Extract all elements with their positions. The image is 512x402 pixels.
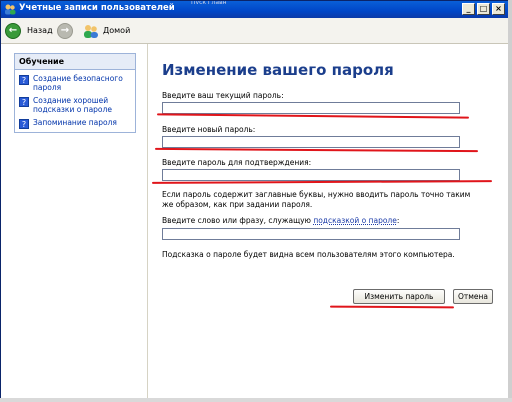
current-password-label: Введите ваш текущий пароль: xyxy=(162,91,284,100)
caps-note: Если пароль содержит заглавные буквы, ну… xyxy=(162,190,471,209)
new-password-label: Введите новый пароль: xyxy=(162,125,256,134)
help-icon: ? xyxy=(19,75,29,85)
forward-arrow-icon[interactable]: → xyxy=(57,23,73,39)
hint-visibility-note: Подсказка о пароле будет видна всем поль… xyxy=(162,250,455,259)
hint-prefix: Введите слово или фразу, служащую xyxy=(162,216,314,225)
sidebar: Обучение ? Создание безопасного пароля ?… xyxy=(1,44,147,399)
password-hint-label: Введите слово или фразу, служащую подска… xyxy=(162,216,399,225)
sidebar-item-remember-password[interactable]: ? Запоминание пароля xyxy=(15,116,135,129)
back-label: Назад xyxy=(27,26,53,35)
svg-text:?: ? xyxy=(22,98,26,107)
window-title: Учетные записи пользователей xyxy=(19,3,175,13)
svg-text:?: ? xyxy=(22,120,26,129)
home-users-icon xyxy=(84,25,98,38)
user-accounts-window: Учетные записи пользователей Пуск Главн … xyxy=(0,0,510,400)
svg-text:?: ? xyxy=(22,76,26,85)
user-accounts-icon xyxy=(5,4,16,15)
sidebar-item-good-hint[interactable]: ? Создание хорошей подсказки о пароле xyxy=(15,94,135,116)
hint-suffix: : xyxy=(396,216,400,225)
window-shadow-right xyxy=(508,0,512,402)
sidebar-item-label: Запоминание пароля xyxy=(33,118,117,127)
change-password-button[interactable]: Изменить пароль xyxy=(353,289,445,304)
confirm-password-input[interactable] xyxy=(162,169,460,181)
background-window-text: Пуск Главн xyxy=(191,1,227,4)
title-bar[interactable]: Учетные записи пользователей Пуск Главн … xyxy=(1,1,509,18)
password-hint-input[interactable] xyxy=(162,228,460,240)
help-icon: ? xyxy=(19,119,29,129)
sidebar-heading: Обучение xyxy=(15,54,135,70)
cancel-button[interactable]: Отмена xyxy=(453,289,493,304)
back-arrow-icon: ← xyxy=(5,23,21,39)
close-button[interactable]: × xyxy=(492,3,505,15)
help-icon: ? xyxy=(19,97,29,107)
sidebar-item-label: Создание хорошей подсказки о пароле xyxy=(33,96,112,114)
current-password-input[interactable] xyxy=(162,102,460,114)
main-content: Изменение вашего пароля Введите ваш теку… xyxy=(147,44,510,399)
learn-about-panel: Обучение ? Создание безопасного пароля ?… xyxy=(14,53,136,133)
window-shadow-bottom xyxy=(0,398,512,402)
new-password-input[interactable] xyxy=(162,136,460,148)
navigation-toolbar: ← Назад → Домой xyxy=(1,18,509,44)
maximize-button[interactable]: □ xyxy=(477,3,490,15)
sidebar-item-secure-password[interactable]: ? Создание безопасного пароля xyxy=(15,72,135,94)
minimize-button[interactable]: _ xyxy=(462,3,475,15)
page-title: Изменение вашего пароля xyxy=(162,61,394,79)
confirm-password-label: Введите пароль для подтверждения: xyxy=(162,158,312,167)
home-label: Домой xyxy=(103,26,131,35)
password-hint-link[interactable]: подсказкой о пароле xyxy=(313,216,397,225)
sidebar-item-label: Создание безопасного пароля xyxy=(33,74,123,92)
